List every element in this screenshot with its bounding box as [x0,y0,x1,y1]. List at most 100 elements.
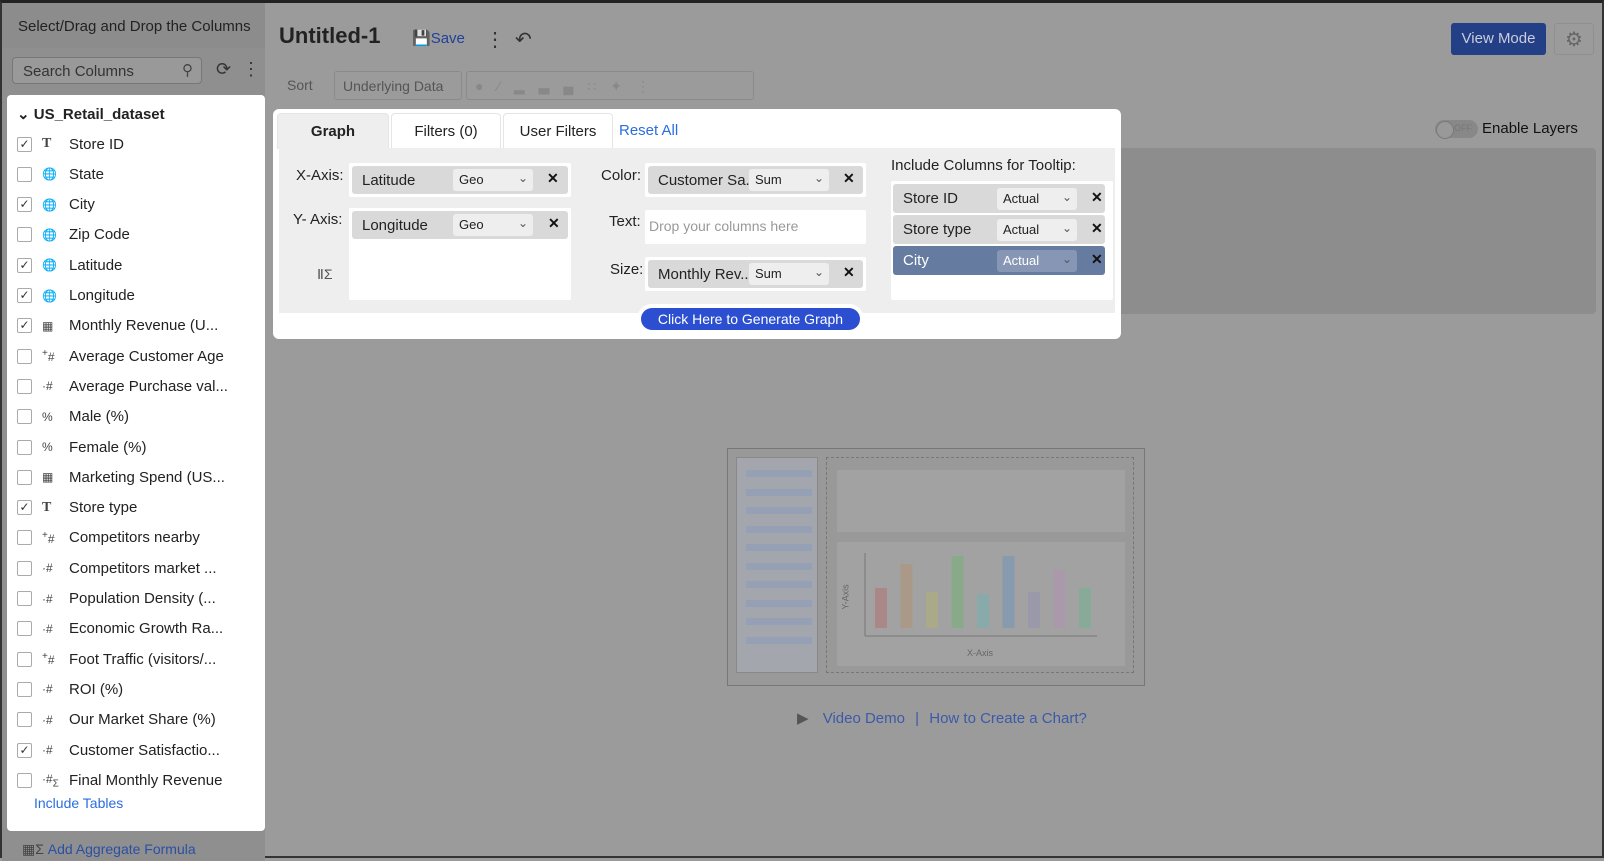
grouped-bar-icon[interactable]: ▄ [563,78,587,94]
include-tables-link[interactable]: Include Tables [34,795,123,811]
checkbox[interactable] [17,530,32,546]
column-item[interactable]: % Male (%) [17,405,257,429]
checkbox[interactable] [17,166,32,182]
checkbox[interactable]: ✓ [17,288,32,303]
checkbox[interactable] [17,621,32,637]
map-icon[interactable]: ✦ [610,78,636,94]
y-axis-aggregate-select[interactable]: Geo ⌄ [453,214,533,236]
settings-gear-icon[interactable]: ⚙ [1554,23,1594,55]
enable-layers-toggle[interactable]: OFF [1435,120,1478,139]
search-columns-input[interactable]: Search Columns [12,57,202,84]
text-dropzone[interactable]: Drop your columns here [645,210,866,244]
tooltip-aggregate-select[interactable]: Actual ⌄ [997,188,1077,210]
column-item[interactable]: ·#Σ Final Monthly Revenue [17,768,257,792]
size-aggregate-select[interactable]: Sum ⌄ [749,263,829,285]
refresh-icon[interactable]: ⟳ [216,59,231,80]
column-item[interactable]: ·# Average Purchase val... [17,374,257,398]
tooltip-field[interactable]: Store type Actual ⌄ ✕ [893,215,1105,244]
column-item[interactable]: 🌐 Zip Code [17,223,257,247]
dataset-header[interactable]: ⌄ US_Retail_dataset [17,105,165,123]
checkbox[interactable] [17,227,32,243]
tab-filters[interactable]: Filters (0) [391,113,501,149]
stacked-bar-icon[interactable]: ▃ [539,78,564,94]
scatter-icon[interactable]: ∷ [587,78,610,94]
reset-all-link[interactable]: Reset All [619,122,678,139]
undo-icon[interactable]: ↶ [515,27,532,52]
remove-icon[interactable]: ✕ [547,170,559,187]
checkbox[interactable]: ✓ [17,197,32,213]
color-aggregate-select[interactable]: Sum ⌄ [749,169,829,191]
column-item[interactable]: ✓ 🌐 Longitude [17,284,257,308]
column-item[interactable]: ✓ 🌐 City [17,193,257,217]
checkbox[interactable] [17,469,32,485]
view-mode-button[interactable]: View Mode [1451,23,1546,55]
column-item[interactable]: 🌐 State [17,162,257,186]
column-item[interactable]: ✓ ▦ Monthly Revenue (U... [17,314,257,338]
column-item[interactable]: ✓ T Store type [17,496,257,520]
size-dropzone[interactable]: Monthly Rev... Sum ⌄ ✕ [645,257,866,291]
aggregate-formula-icon[interactable]: ⅡΣ [317,266,333,283]
save-button[interactable]: 💾Save [412,29,465,47]
video-demo-link[interactable]: Video Demo [823,710,905,727]
y-axis-dropzone[interactable]: Longitude Geo ⌄ ✕ [349,208,571,300]
search-icon[interactable]: ⚲ [182,61,193,79]
column-item[interactable]: ✓ ·# Customer Satisfactio... [17,738,257,762]
more-options-icon[interactable]: ⋮ [485,27,505,52]
column-item[interactable]: ▦ Marketing Spend (US... [17,465,257,489]
remove-icon[interactable]: ✕ [843,264,855,281]
checkbox[interactable] [17,591,32,606]
page-title[interactable]: Untitled-1 [279,23,380,49]
tooltip-aggregate-select[interactable]: Actual ⌄ [997,250,1077,272]
pie-chart-icon[interactable]: ● [475,78,497,94]
checkbox[interactable] [17,378,32,394]
column-item[interactable]: +# Average Customer Age [17,344,257,368]
remove-icon[interactable]: ✕ [1091,220,1103,237]
checkbox[interactable] [17,439,32,455]
how-to-create-chart-link[interactable]: How to Create a Chart? [929,710,1087,727]
checkbox[interactable] [17,409,32,425]
column-item[interactable]: +# Foot Traffic (visitors/... [17,647,257,671]
color-dropzone[interactable]: Customer Sa... Sum ⌄ ✕ [645,163,866,197]
column-item[interactable]: +# Competitors nearby [17,526,257,550]
tooltip-aggregate-select[interactable]: Actual ⌄ [997,219,1077,241]
checkbox[interactable]: ✓ [17,257,32,273]
checkbox[interactable]: ✓ [17,318,32,334]
remove-icon[interactable]: ✕ [1091,189,1103,206]
checkbox[interactable]: ✓ [17,742,32,758]
column-item[interactable]: ·# Population Density (... [17,587,257,611]
more-icon[interactable]: ⋮ [242,59,260,80]
more-charts-icon[interactable]: ⋮ [636,78,664,94]
column-item[interactable]: ✓ 🌐 Latitude [17,253,257,277]
line-chart-icon[interactable]: ∕ [497,78,513,94]
checkbox[interactable] [17,651,32,667]
checkbox[interactable] [17,772,32,788]
x-axis-dropzone[interactable]: Latitude Geo ⌄ ✕ [349,163,571,197]
checkbox[interactable] [17,560,32,576]
generate-graph-button[interactable]: Click Here to Generate Graph [641,308,860,330]
remove-icon[interactable]: ✕ [843,170,855,187]
remove-icon[interactable]: ✕ [1091,251,1103,268]
column-item[interactable]: ·# ROI (%) [17,677,257,701]
tooltip-dropzone[interactable]: Store ID Actual ⌄ ✕ Store type Actual ⌄ ✕ City Ac… [891,181,1113,300]
column-type-icon: 🌐 [42,227,57,242]
tooltip-field[interactable]: Store ID Actual ⌄ ✕ [893,184,1105,213]
column-item[interactable]: ✓ T Store ID [17,132,257,156]
bar-chart-icon[interactable]: ▂ [514,78,539,94]
tab-graph[interactable]: Graph [277,113,389,149]
checkbox[interactable] [17,681,32,697]
checkbox[interactable] [17,712,32,728]
tab-user-filters[interactable]: User Filters [503,113,613,149]
tooltip-field[interactable]: City Actual ⌄ ✕ [893,246,1105,275]
column-item[interactable]: % Female (%) [17,435,257,459]
sort-button[interactable]: Sort [279,71,321,100]
underlying-data-button[interactable]: Underlying Data [334,71,462,100]
column-item[interactable]: ·# Our Market Share (%) [17,708,257,732]
checkbox[interactable]: ✓ [17,500,32,516]
checkbox[interactable] [17,348,32,364]
x-axis-aggregate-select[interactable]: Geo ⌄ [453,169,533,191]
checkbox[interactable]: ✓ [17,136,32,152]
add-aggregate-formula-link[interactable]: ▦Σ Add Aggregate Formula [22,841,196,858]
column-item[interactable]: ·# Economic Growth Ra... [17,617,257,641]
column-item[interactable]: ·# Competitors market ... [17,556,257,580]
remove-icon[interactable]: ✕ [548,215,560,232]
